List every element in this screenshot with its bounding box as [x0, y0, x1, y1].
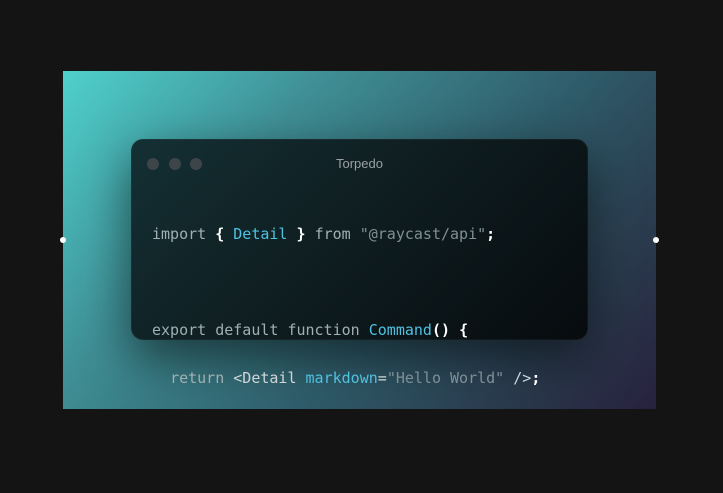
- code-line-3: export default function Command() {: [152, 318, 540, 342]
- jsx-tag-open: <Detail: [233, 369, 297, 387]
- jsx-attribute: markdown: [305, 369, 378, 387]
- semicolon: ;: [486, 225, 496, 243]
- brace-close: }: [296, 225, 306, 243]
- function-name: Command: [368, 321, 432, 339]
- keyword-import: import: [152, 225, 207, 243]
- editor-stage: Torpedo import { Detail } from "@raycast…: [0, 0, 723, 493]
- code-line-1: import { Detail } from "@raycast/api";: [152, 222, 540, 246]
- semicolon: ;: [531, 369, 541, 387]
- code-line-4: return <Detail markdown="Hello World" />…: [152, 366, 540, 390]
- resize-handle-left[interactable]: [60, 237, 66, 243]
- code-line-2-empty: [152, 270, 540, 294]
- window-title[interactable]: Torpedo: [131, 156, 588, 171]
- equals: =: [377, 369, 387, 387]
- string-module: "@raycast/api": [359, 225, 487, 243]
- string-hello-world: "Hello World": [386, 369, 505, 387]
- window-titlebar: Torpedo: [131, 139, 588, 187]
- brace-open: {: [215, 225, 225, 243]
- parens: (): [431, 321, 451, 339]
- resize-handle-right[interactable]: [653, 237, 659, 243]
- code-block[interactable]: import { Detail } from "@raycast/api"; e…: [152, 198, 540, 409]
- code-window: Torpedo import { Detail } from "@raycast…: [131, 139, 588, 387]
- keyword-return: return: [170, 369, 225, 387]
- gradient-background: Torpedo import { Detail } from "@raycast…: [63, 71, 656, 409]
- brace-open: {: [459, 321, 469, 339]
- jsx-tag-close: />: [513, 369, 532, 387]
- keyword-from: from: [314, 225, 351, 243]
- keyword-export-default-function: export default function: [152, 321, 360, 339]
- identifier-detail: Detail: [233, 225, 288, 243]
